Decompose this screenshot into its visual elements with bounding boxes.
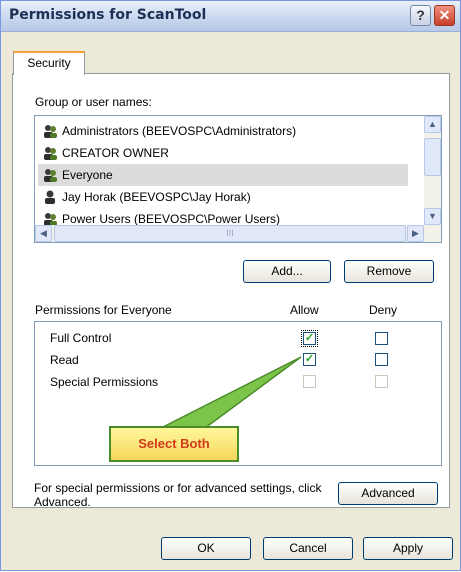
user-icon xyxy=(45,190,55,204)
add-button[interactable]: Add... xyxy=(243,260,331,283)
deny-header: Deny xyxy=(369,303,398,317)
help-button[interactable]: ? xyxy=(410,5,431,26)
full-control-deny-checkbox[interactable] xyxy=(375,332,388,345)
group-icon xyxy=(44,125,57,138)
scroll-right-icon[interactable]: ▶ xyxy=(407,225,424,242)
full-control-allow-checkbox[interactable]: ✓ xyxy=(301,330,318,347)
permission-name: Full Control xyxy=(50,331,112,345)
list-item-selected[interactable]: Everyone xyxy=(38,164,408,186)
special-allow-checkbox xyxy=(303,375,316,388)
read-deny-checkbox[interactable] xyxy=(375,353,388,366)
list-item[interactable]: CREATOR OWNER xyxy=(38,142,408,164)
select-both-callout: Select Both xyxy=(109,426,239,462)
scroll-down-icon[interactable]: ▼ xyxy=(424,208,441,225)
scroll-left-icon[interactable]: ◀ xyxy=(35,225,52,242)
horizontal-scrollbar[interactable]: ◀ III ▶ xyxy=(35,225,441,242)
list-item-label: CREATOR OWNER xyxy=(62,146,169,160)
permissions-dialog: Permissions for ScanTool ? ✕ Security Gr… xyxy=(0,0,461,571)
cancel-button[interactable]: Cancel xyxy=(263,537,353,560)
apply-button[interactable]: Apply xyxy=(363,537,453,560)
allow-header: Allow xyxy=(290,303,319,317)
permissions-label: Permissions for Everyone xyxy=(35,303,172,317)
close-button[interactable]: ✕ xyxy=(434,5,455,26)
vertical-scrollbar[interactable]: ▲ ▼ xyxy=(424,116,441,225)
advanced-hint-text: For special permissions or for advanced … xyxy=(34,481,322,509)
list-item[interactable]: Administrators (BEEVOSPC\Administrators) xyxy=(38,120,408,142)
list-item-label: Administrators (BEEVOSPC\Administrators) xyxy=(62,124,297,138)
advanced-button[interactable]: Advanced xyxy=(338,482,438,505)
list-item-label: Everyone xyxy=(62,168,113,182)
window-title: Permissions for ScanTool xyxy=(9,7,207,23)
list-item[interactable]: Jay Horak (BEEVOSPC\Jay Horak) xyxy=(38,186,408,208)
scroll-thumb[interactable]: III xyxy=(54,225,406,242)
group-icon xyxy=(44,147,57,160)
remove-button[interactable]: Remove xyxy=(344,260,434,283)
list-item-label: Jay Horak (BEEVOSPC\Jay Horak) xyxy=(62,190,251,204)
group-list-label: Group or user names: xyxy=(35,95,152,109)
group-user-list[interactable]: Administrators (BEEVOSPC\Administrators)… xyxy=(34,115,442,243)
special-deny-checkbox xyxy=(375,375,388,388)
permission-name: Read xyxy=(50,353,79,367)
scroll-up-icon[interactable]: ▲ xyxy=(424,116,441,133)
permission-name: Special Permissions xyxy=(50,375,159,389)
group-icon xyxy=(44,169,57,182)
ok-button[interactable]: OK xyxy=(161,537,251,560)
read-allow-checkbox[interactable]: ✓ xyxy=(303,353,316,366)
scroll-thumb[interactable] xyxy=(424,138,441,176)
tab-security[interactable]: Security xyxy=(13,51,85,75)
title-bar: Permissions for ScanTool ? ✕ xyxy=(1,1,460,32)
